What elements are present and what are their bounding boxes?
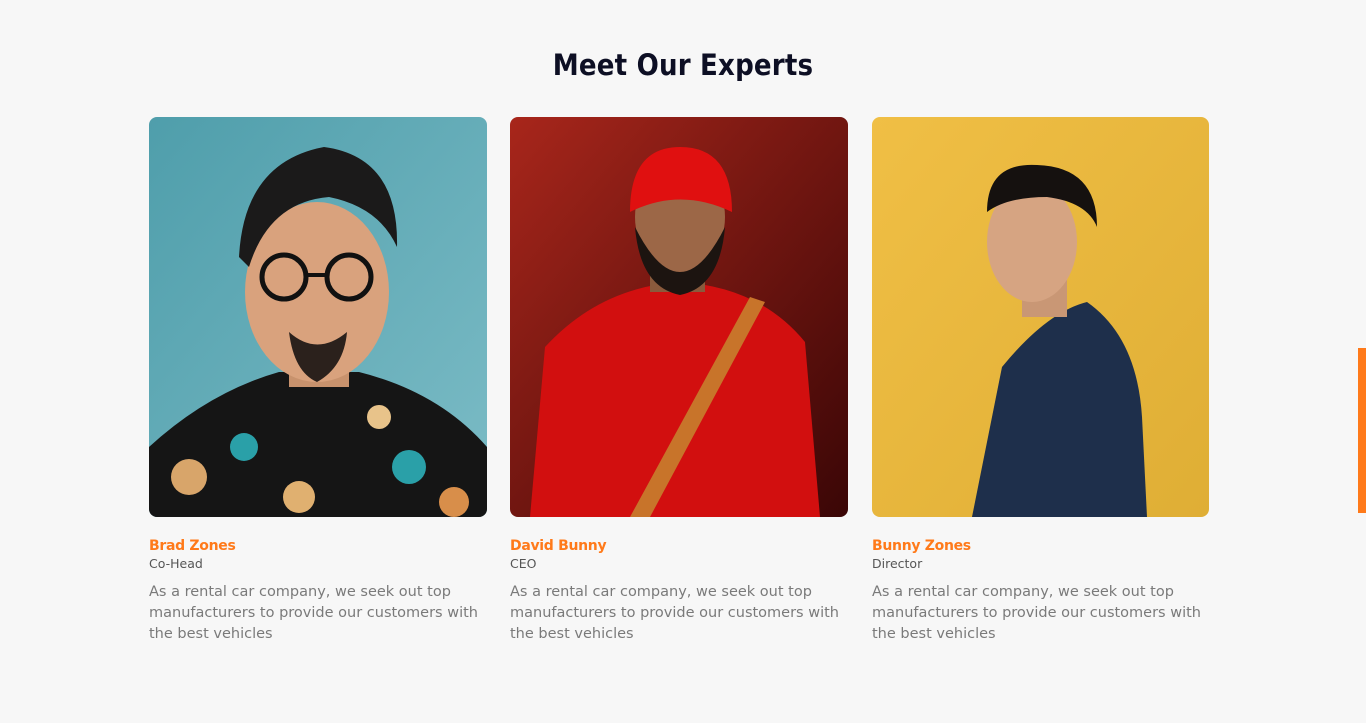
expert-role: Director [872,556,923,571]
expert-role: CEO [510,556,537,571]
experts-section: Meet Our Experts Brad Zones Co-Head As a… [0,0,1366,723]
side-tab[interactable] [1358,348,1366,513]
expert-name: Brad Zones [149,538,236,554]
expert-card-brad-zones: Brad Zones Co-Head As a rental car compa… [149,117,487,645]
section-title: Meet Our Experts [552,48,814,82]
expert-card-david-bunny: David Bunny CEO As a rental car company,… [510,117,848,645]
expert-description: As a rental car company, we seek out top… [149,584,478,642]
expert-name: David Bunny [510,538,607,554]
expert-description: As a rental car company, we seek out top… [510,584,839,642]
expert-card-bunny-zones: Bunny Zones Director As a rental car com… [872,117,1209,645]
expert-role: Co-Head [149,556,203,571]
expert-photo [510,117,848,517]
expert-photo [872,117,1209,517]
expert-photo [149,117,487,517]
expert-name: Bunny Zones [872,538,971,554]
expert-description: As a rental car company, we seek out top… [872,584,1201,642]
